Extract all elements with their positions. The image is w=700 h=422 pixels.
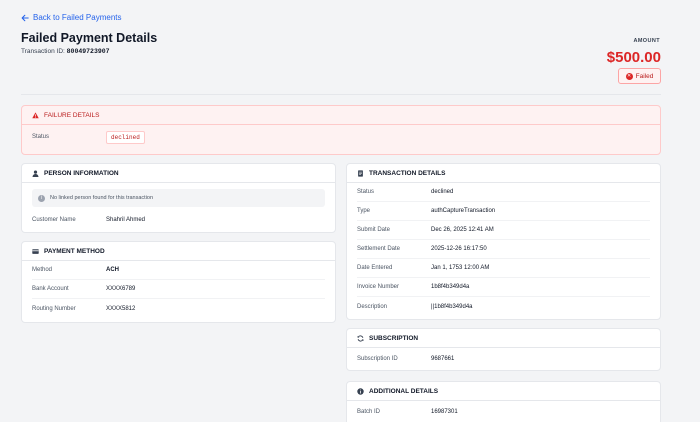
amount-label: AMOUNT — [633, 38, 660, 44]
page-title: Failed Payment Details — [21, 31, 158, 45]
back-link[interactable]: Back to Failed Payments — [21, 13, 121, 22]
txn-invoice-number-value: 1b8f4b349d4a — [431, 284, 470, 290]
document-icon — [357, 169, 364, 177]
back-link-label: Back to Failed Payments — [33, 13, 122, 22]
txn-description-value: ||1b8f4b349d4a — [431, 303, 473, 310]
info-circle-icon — [357, 387, 364, 395]
payment-method-header: PAYMENT METHOD — [22, 242, 335, 261]
txn-status-label: Status — [357, 189, 375, 195]
txn-settlement-date-label: Settlement Date — [357, 246, 401, 252]
batch-id-value: 16987301 — [431, 409, 458, 415]
txn-date-entered-row: Date Entered Jan 1, 1753 12:00 AM — [357, 259, 650, 278]
txn-submit-date-label: Submit Date — [357, 227, 391, 233]
txn-status-row: Status declined — [357, 183, 650, 202]
transaction-details-title: TRANSACTION DETAILS — [369, 169, 446, 177]
additional-details-title: ADDITIONAL DETAILS — [369, 387, 439, 395]
transaction-details-header: TRANSACTION DETAILS — [347, 164, 660, 183]
payment-method-card: PAYMENT METHOD Method ACH Bank Account X… — [21, 241, 336, 323]
customer-name-row: Customer Name Shahril Ahmed — [32, 211, 325, 228]
no-linked-person-text: No linked person found for this transact… — [50, 195, 154, 201]
x-circle-icon: ✕ — [625, 72, 633, 80]
customer-name-value: Shahril Ahmed — [106, 216, 146, 223]
subscription-id-row: Subscription ID 9687661 — [357, 348, 650, 370]
subscription-header: SUBSCRIPTION — [347, 329, 660, 348]
credit-card-icon — [32, 248, 39, 255]
customer-name-label: Customer Name — [32, 216, 76, 223]
txn-type-label: Type — [357, 208, 371, 214]
person-information-title: PERSON INFORMATION — [44, 169, 119, 177]
batch-id-label: Batch ID — [357, 409, 381, 415]
failure-status-code: declined — [106, 130, 145, 144]
person-information-card: PERSON INFORMATION i No linked person fo… — [21, 163, 336, 233]
routing-number-label: Routing Number — [32, 305, 76, 312]
header-divider — [21, 94, 661, 95]
txn-type-row: Type authCaptureTransaction — [357, 202, 650, 221]
txn-date-entered-value: Jan 1, 1753 12:00 AM — [431, 265, 490, 271]
method-label: Method — [32, 267, 53, 273]
arrow-left-icon — [21, 14, 29, 21]
transaction-id-value: 80049723907 — [66, 48, 110, 55]
txn-description-row: Description ||1b8f4b349d4a — [357, 297, 650, 316]
subscription-id-label: Subscription ID — [357, 356, 398, 362]
txn-status-value: declined — [431, 189, 454, 195]
txn-invoice-number-row: Invoice Number 1b8f4b349d4a — [357, 278, 650, 297]
transaction-id-line: Transaction ID: 80049723907 — [21, 48, 110, 55]
amount-value: $500.00 — [606, 49, 661, 66]
failure-details-card: FAILURE DETAILS Status declined — [21, 105, 661, 155]
person-information-header: PERSON INFORMATION — [22, 164, 335, 183]
method-value: ACH — [106, 267, 119, 273]
txn-settlement-date-row: Settlement Date 2025-12-26 16:17:50 — [357, 240, 650, 259]
additional-details-card: ADDITIONAL DETAILS Batch ID 16987301 — [346, 381, 661, 422]
warning-icon — [32, 111, 39, 119]
payment-method-title: PAYMENT METHOD — [44, 247, 105, 255]
user-icon — [32, 169, 39, 177]
batch-id-row: Batch ID 16987301 — [357, 401, 650, 422]
payment-method-row: Method ACH — [32, 261, 325, 280]
txn-settlement-date-value: 2025-12-26 16:17:50 — [431, 246, 487, 252]
status-badge-label: Failed — [635, 72, 654, 80]
txn-invoice-number-label: Invoice Number — [357, 284, 400, 290]
txn-date-entered-label: Date Entered — [357, 265, 393, 271]
bank-account-row: Bank Account XXXX6789 — [32, 280, 325, 299]
bank-account-value: XXXX6789 — [106, 286, 136, 292]
txn-submit-date-row: Submit Date Dec 26, 2025 12:41 AM — [357, 221, 650, 240]
subscription-card: SUBSCRIPTION Subscription ID 9687661 — [346, 328, 661, 371]
failure-status-row: Status declined — [32, 125, 650, 149]
info-icon: i — [38, 194, 45, 202]
no-linked-person-note: i No linked person found for this transa… — [32, 189, 325, 207]
routing-number-row: Routing Number XXXX5812 — [32, 299, 325, 318]
txn-submit-date-value: Dec 26, 2025 12:41 AM — [431, 227, 494, 233]
additional-details-header: ADDITIONAL DETAILS — [347, 382, 660, 401]
subscription-id-value: 9687661 — [431, 356, 455, 362]
bank-account-label: Bank Account — [32, 286, 69, 292]
failure-details-title: FAILURE DETAILS — [44, 111, 100, 119]
transaction-id-label: Transaction ID: — [21, 48, 65, 55]
status-badge: ✕ Failed — [618, 68, 661, 84]
txn-description-label: Description — [357, 303, 388, 310]
refresh-icon — [357, 334, 364, 342]
subscription-title: SUBSCRIPTION — [369, 334, 419, 342]
failure-status-label: Status — [32, 134, 50, 140]
transaction-details-card: TRANSACTION DETAILS Status declined Type… — [346, 163, 661, 320]
txn-type-value: authCaptureTransaction — [431, 208, 496, 214]
failure-details-header: FAILURE DETAILS — [22, 106, 660, 125]
routing-number-value: XXXX5812 — [106, 305, 136, 312]
